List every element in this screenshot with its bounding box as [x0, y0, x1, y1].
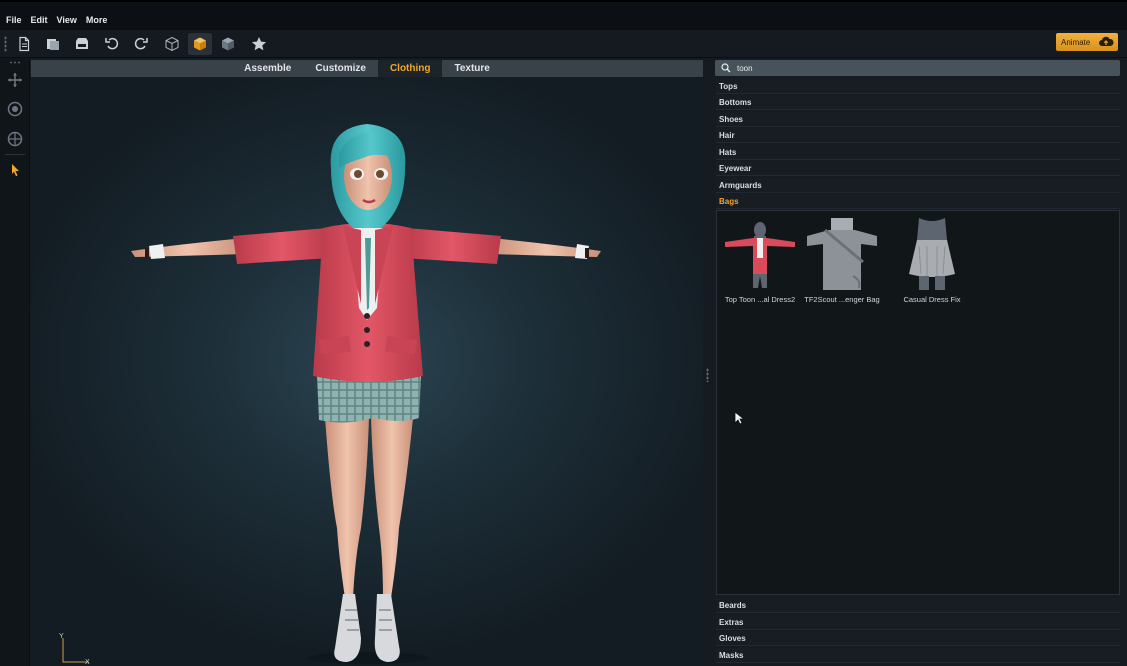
- category-eyewear[interactable]: Eyewear: [716, 161, 1120, 176]
- category-extras[interactable]: Extras: [716, 615, 1120, 630]
- toolbar: Animate: [0, 30, 1127, 58]
- item-messenger-bag[interactable]: TF2Scout ...enger Bag: [803, 215, 881, 305]
- axis-y-label: Y: [59, 633, 64, 640]
- item-name: Casual Dress Fix: [903, 295, 961, 304]
- animate-button[interactable]: Animate: [1056, 33, 1118, 51]
- undo-icon[interactable]: [100, 33, 124, 55]
- item-casual-dress[interactable]: Casual Dress Fix: [893, 215, 971, 305]
- tab-texture[interactable]: Texture: [442, 60, 501, 77]
- rail-divider: [5, 154, 25, 155]
- new-document-icon[interactable]: [12, 33, 36, 55]
- 3d-viewport[interactable]: Assemble Customize Clothing Texture Y X: [31, 58, 703, 666]
- toolbar-grip[interactable]: [4, 36, 7, 52]
- left-tool-rail: [0, 58, 30, 666]
- panel-splitter[interactable]: [706, 368, 709, 382]
- cloud-upload-icon: [1099, 36, 1114, 46]
- save-icon[interactable]: [70, 33, 94, 55]
- target-icon[interactable]: [5, 129, 25, 149]
- item-thumbnail: [893, 215, 971, 293]
- search-input[interactable]: toon: [715, 60, 1120, 76]
- category-hair[interactable]: Hair: [716, 128, 1120, 143]
- select-arrow-icon[interactable]: [5, 160, 25, 180]
- star-icon[interactable]: [247, 33, 271, 55]
- category-shoes[interactable]: Shoes: [716, 112, 1120, 127]
- mouse-cursor-icon: [734, 411, 744, 425]
- category-bags[interactable]: Bags: [716, 194, 1120, 209]
- tab-assemble[interactable]: Assemble: [232, 60, 303, 77]
- item-thumbnail: [803, 215, 881, 293]
- mode-tabs: Assemble Customize Clothing Texture: [31, 60, 703, 77]
- category-armguards[interactable]: Armguards: [716, 178, 1120, 193]
- item-name: Top Toon ...al Dress2: [724, 295, 796, 304]
- animate-label: Animate: [1061, 37, 1091, 47]
- search-icon: [721, 63, 731, 73]
- redo-icon[interactable]: [129, 33, 153, 55]
- character-model[interactable]: [31, 58, 703, 666]
- category-tops[interactable]: Tops: [716, 79, 1120, 94]
- item-name: TF2Scout ...enger Bag: [804, 295, 880, 304]
- search-value: toon: [737, 63, 753, 73]
- tab-clothing[interactable]: Clothing: [377, 60, 443, 77]
- menu-view[interactable]: View: [57, 15, 77, 25]
- item-thumbnail: [721, 215, 799, 293]
- rotate-icon[interactable]: [5, 99, 25, 119]
- category-beards[interactable]: Beards: [716, 598, 1120, 613]
- menu-edit[interactable]: Edit: [31, 15, 48, 25]
- box-active-icon[interactable]: [188, 33, 212, 55]
- axis-x-label: X: [85, 659, 90, 666]
- content-library-panel: toon Tops Bottoms Shoes Hair Hats Eyewea…: [714, 58, 1127, 666]
- box-outline-icon[interactable]: [160, 33, 184, 55]
- box-shaded-icon[interactable]: [216, 33, 240, 55]
- menu-more[interactable]: More: [86, 15, 108, 25]
- move-icon[interactable]: [5, 70, 25, 90]
- menu-file[interactable]: File: [6, 15, 22, 25]
- category-masks[interactable]: Masks: [716, 648, 1120, 663]
- axis-gizmo: Y X: [59, 633, 90, 666]
- category-bottoms[interactable]: Bottoms: [716, 95, 1120, 110]
- item-top-toon-dress[interactable]: Top Toon ...al Dress2: [721, 215, 799, 305]
- category-hats[interactable]: Hats: [716, 145, 1120, 160]
- item-grid: Top Toon ...al Dress2 TF2Scout ...enger …: [716, 210, 1120, 595]
- rail-grip[interactable]: [9, 61, 21, 64]
- category-gloves[interactable]: Gloves: [716, 631, 1120, 646]
- menu-bar: File Edit View More: [0, 0, 1127, 30]
- open-icon[interactable]: [41, 33, 65, 55]
- app-window: File Edit View More Animate Assemble Cus…: [0, 0, 1127, 666]
- tab-customize[interactable]: Customize: [303, 60, 378, 77]
